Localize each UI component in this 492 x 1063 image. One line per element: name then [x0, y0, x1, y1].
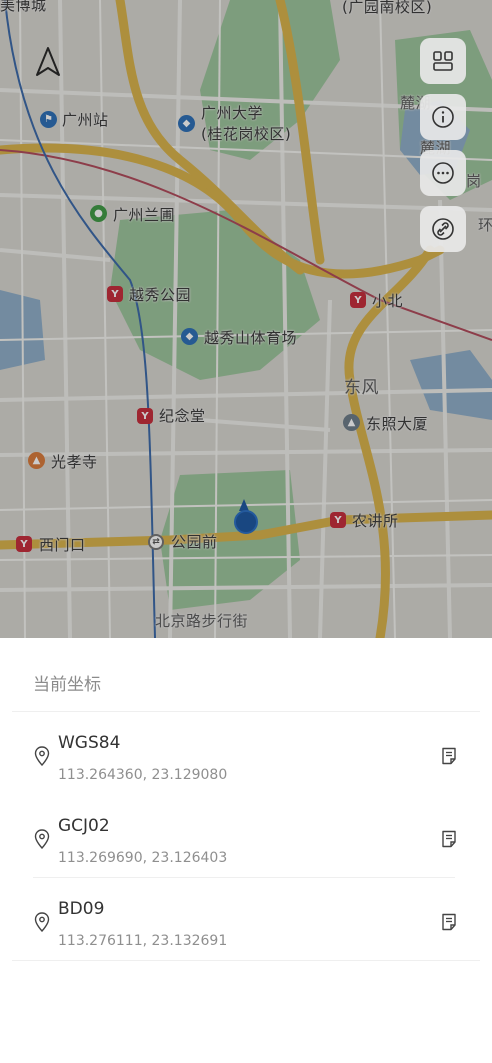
copy-icon[interactable] [441, 913, 457, 931]
divider [12, 711, 480, 712]
map-label-gz-univ[interactable]: 广州大学 [201, 102, 263, 123]
university-icon: ◆ [178, 115, 195, 132]
map-label-nongjiangsuo[interactable]: 农讲所 [352, 510, 399, 531]
layers-icon [433, 51, 453, 71]
map-label-right-cut2: 环 [478, 216, 492, 234]
metro-icon: Y [350, 292, 366, 308]
copy-icon[interactable] [441, 747, 457, 765]
copy-icon[interactable] [441, 830, 457, 848]
map-label-top-left: 美博城 [0, 0, 47, 14]
stadium-icon: ◆ [181, 328, 198, 345]
map-label-yuexiu-park[interactable]: 越秀公园 [129, 284, 191, 305]
metro-icon: Y [107, 286, 123, 302]
map-label-dongfeng: 东风 [344, 378, 379, 398]
coord-row-bd09[interactable]: BD09 113.276111, 23.132691 [0, 880, 492, 962]
station-ring-icon: ⇄ [148, 534, 164, 550]
building-icon: ▲ [343, 414, 360, 431]
compass-icon[interactable] [34, 46, 62, 78]
location-pin-icon [34, 746, 50, 766]
coord-row-wgs84[interactable]: WGS84 113.264360, 23.129080 [0, 714, 492, 796]
map-label-gz-station[interactable]: 广州站 [62, 109, 109, 130]
map-label-ximenkou[interactable]: 西门口 [39, 534, 86, 555]
more-icon [432, 162, 454, 184]
map-label-gz-univ-campus: (桂花岗校区) [201, 125, 292, 143]
metro-icon: Y [16, 536, 32, 552]
station-icon: ⚑ [40, 111, 57, 128]
current-location-marker [234, 510, 258, 534]
map-label-beijing-road: 北京路步行街 [155, 612, 249, 630]
location-pin-icon [34, 912, 50, 932]
coord-value: 113.269690, 23.126403 [58, 850, 228, 866]
park-icon: ● [90, 205, 107, 222]
map-label-xiaobei[interactable]: 小北 [372, 290, 403, 311]
metro-icon: Y [137, 408, 153, 424]
divider [33, 877, 455, 878]
map-label-guangxiao[interactable]: 光孝寺 [51, 451, 98, 472]
coordinates-panel: 当前坐标 WGS84 113.264360, 23.129080 GCJ02 1… [0, 638, 492, 1063]
metro-icon: Y [330, 512, 346, 528]
divider [12, 960, 480, 961]
map-label-lanpu[interactable]: 广州兰圃 [113, 204, 175, 225]
coord-system-name: GCJ02 [58, 816, 110, 836]
map-label-yuexiu-stadium[interactable]: 越秀山体育场 [204, 327, 297, 348]
link-icon [432, 218, 454, 240]
info-icon [432, 106, 454, 128]
coord-row-gcj02[interactable]: GCJ02 113.269690, 23.126403 [0, 797, 492, 879]
temple-icon: ▲ [28, 452, 45, 469]
map-view[interactable]: 美博城 (广园南校区) ⚑ 广州站 ◆ 广州大学 (桂花岗校区) 麓湖 麓湖 岗… [0, 0, 492, 638]
map-label-right-cut: 岗 [466, 172, 482, 190]
map-label-dongzhao[interactable]: 东照大厦 [366, 413, 428, 434]
coord-value: 113.276111, 23.132691 [58, 933, 228, 949]
coord-value: 113.264360, 23.129080 [58, 767, 228, 783]
panel-title: 当前坐标 [33, 675, 101, 695]
map-label-top-right: (广园南校区) [342, 0, 433, 16]
location-pin-icon [34, 829, 50, 849]
coord-system-name: BD09 [58, 899, 105, 919]
coord-system-name: WGS84 [58, 733, 121, 753]
map-label-gongyuanqian[interactable]: 公园前 [171, 531, 218, 552]
map-label-memorial-hall[interactable]: 纪念堂 [159, 405, 206, 426]
more-button[interactable] [420, 150, 466, 196]
info-button[interactable] [420, 94, 466, 140]
link-button[interactable] [420, 206, 466, 252]
layers-button[interactable] [420, 38, 466, 84]
